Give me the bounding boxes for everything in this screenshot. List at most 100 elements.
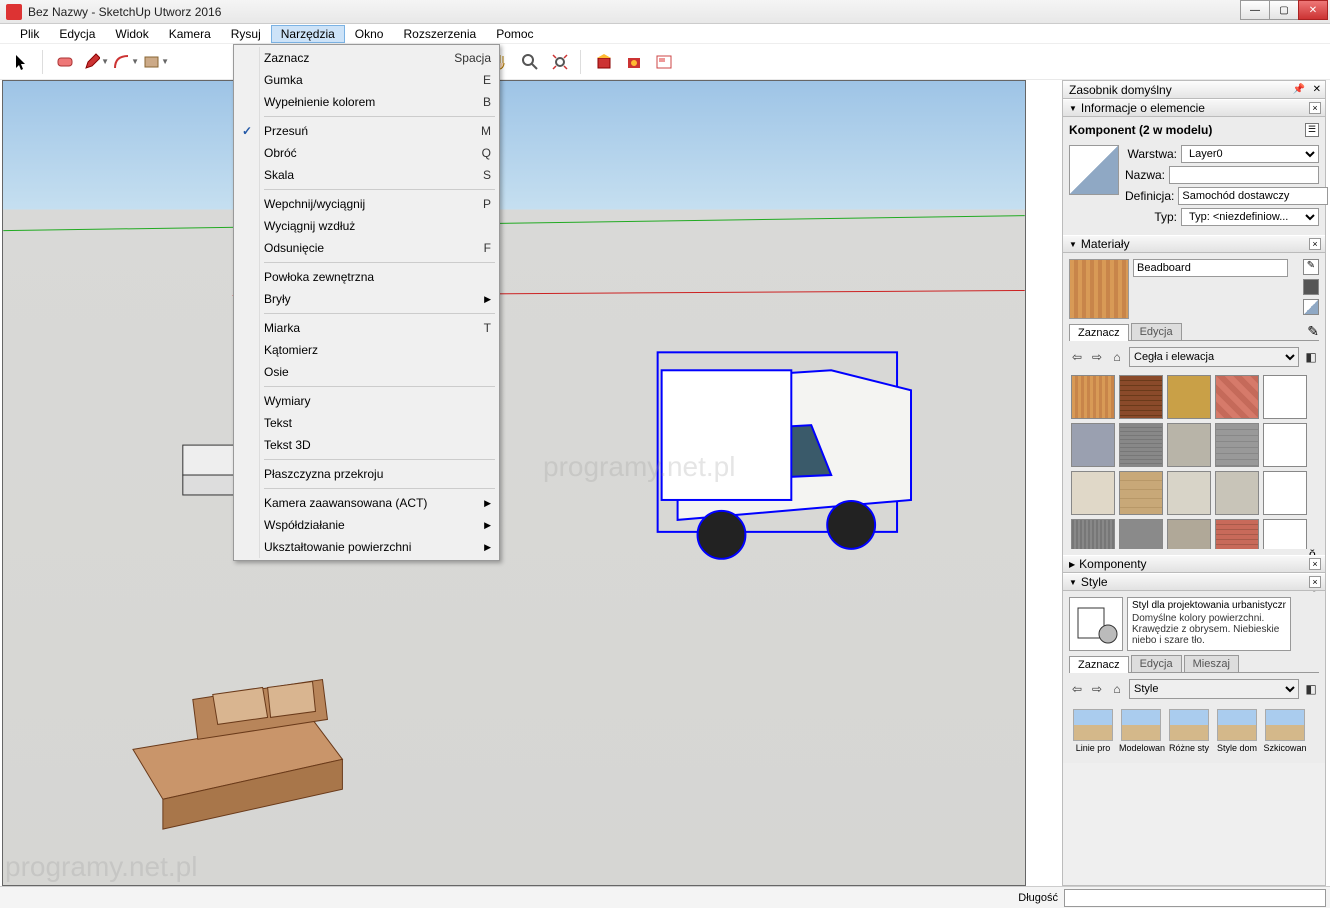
menu-item-wyci-gnij-wzd-u-[interactable]: Wyciągnij wzdłuż — [236, 215, 497, 237]
nav-back-icon[interactable]: ⇦ — [1069, 681, 1085, 697]
menu-item-obr-[interactable]: ObróćQ — [236, 142, 497, 164]
menu-item-tekst-3d[interactable]: Tekst 3D — [236, 434, 497, 456]
default-material-icon[interactable] — [1303, 279, 1319, 295]
material-swatch[interactable] — [1119, 423, 1163, 467]
material-swatch[interactable] — [1071, 375, 1115, 419]
styles-tab-mix[interactable]: Mieszaj — [1184, 655, 1239, 672]
nav-forward-icon[interactable]: ⇨ — [1089, 349, 1105, 365]
material-swatch[interactable] — [1071, 519, 1115, 549]
eraser-tool-icon[interactable] — [52, 48, 80, 76]
minimize-button[interactable]: — — [1240, 0, 1270, 20]
select-tool-icon[interactable] — [8, 48, 36, 76]
home-icon[interactable]: ⌂ — [1109, 349, 1125, 365]
material-swatch[interactable] — [1071, 423, 1115, 467]
menu-item-k-tomierz[interactable]: Kątomierz — [236, 339, 497, 361]
arc-tool-icon[interactable]: ▼ — [112, 48, 140, 76]
styles-panel-header[interactable]: ▼Style × — [1063, 573, 1325, 591]
zoom-extents-icon[interactable] — [546, 48, 574, 76]
menu-item-odsuni-cie[interactable]: OdsunięcieF — [236, 237, 497, 259]
create-material-icon[interactable]: ✎ — [1303, 259, 1319, 275]
material-swatch[interactable] — [1167, 375, 1211, 419]
entity-info-panel-header[interactable]: ▼Informacje o elemencie × — [1063, 99, 1325, 117]
layer-select[interactable]: Layer0 — [1181, 145, 1319, 163]
menu-item-pow-oka-zewn-trzna[interactable]: Powłoka zewnętrzna — [236, 266, 497, 288]
measurement-input[interactable] — [1064, 889, 1326, 907]
components-panel-header[interactable]: ▶Komponenty × — [1063, 555, 1325, 573]
menu-kamera[interactable]: Kamera — [159, 25, 221, 43]
menu-icon[interactable]: ◧ — [1303, 349, 1319, 365]
menu-item-wsp-dzia-anie[interactable]: Współdziałanie▶ — [236, 514, 497, 536]
eyedropper-icon[interactable]: ✎ — [1307, 323, 1319, 340]
rectangle-tool-icon[interactable]: ▼ — [142, 48, 170, 76]
material-swatch[interactable] — [1215, 519, 1259, 549]
name-input[interactable] — [1169, 166, 1319, 184]
menu-rozszerzenia[interactable]: Rozszerzenia — [393, 25, 486, 43]
pin-icon[interactable]: 📌 — [1293, 84, 1305, 95]
toggle-icon[interactable]: ☰ — [1305, 123, 1319, 137]
definition-input[interactable] — [1178, 187, 1328, 205]
panel-close-icon[interactable]: × — [1309, 576, 1321, 588]
menu-narzędzia[interactable]: Narzędzia — [271, 25, 345, 43]
home-icon[interactable]: ⌂ — [1109, 681, 1125, 697]
materials-tab-select[interactable]: Zaznacz — [1069, 324, 1129, 341]
menu-item-ukszta-towanie-powierzchni[interactable]: Ukształtowanie powierzchni▶ — [236, 536, 497, 558]
style-folder[interactable]: Różne sty — [1167, 709, 1211, 753]
style-category-select[interactable]: Style — [1129, 679, 1299, 699]
style-folder[interactable]: Modelowan — [1119, 709, 1163, 753]
menu-item-kamera-zaawansowana-act-[interactable]: Kamera zaawansowana (ACT)▶ — [236, 492, 497, 514]
extension-warehouse-icon[interactable] — [620, 48, 648, 76]
menu-okno[interactable]: Okno — [345, 25, 394, 43]
material-swatch[interactable] — [1263, 519, 1307, 549]
menu-edycja[interactable]: Edycja — [49, 25, 105, 43]
panel-close-icon[interactable]: × — [1309, 102, 1321, 114]
panel-close-icon[interactable]: × — [1309, 558, 1321, 570]
materials-tab-edit[interactable]: Edycja — [1131, 323, 1182, 340]
panel-close-icon[interactable]: × — [1309, 238, 1321, 250]
style-name-input[interactable] — [1132, 600, 1286, 611]
materials-panel-header[interactable]: ▼Materiały × — [1063, 235, 1325, 253]
material-swatch[interactable] — [1167, 471, 1211, 515]
material-swatch[interactable] — [1263, 423, 1307, 467]
material-swatch[interactable] — [1263, 375, 1307, 419]
menu-item-tekst[interactable]: Tekst — [236, 412, 497, 434]
menu-item-przesu-[interactable]: ✓PrzesuńM — [236, 120, 497, 142]
menu-plik[interactable]: Plik — [10, 25, 49, 43]
tray-close-icon[interactable]: ✕ — [1313, 84, 1321, 95]
menu-widok[interactable]: Widok — [105, 25, 158, 43]
menu-item-skala[interactable]: SkalaS — [236, 164, 497, 186]
close-button[interactable]: ✕ — [1298, 0, 1328, 20]
style-folder[interactable]: Style dom — [1215, 709, 1259, 753]
menu-item-wymiary[interactable]: Wymiary — [236, 390, 497, 412]
material-swatch[interactable] — [1119, 519, 1163, 549]
menu-item-bry-y[interactable]: Bryły▶ — [236, 288, 497, 310]
style-folder[interactable]: Linie pro — [1071, 709, 1115, 753]
menu-pomoc[interactable]: Pomoc — [486, 25, 543, 43]
material-swatch[interactable] — [1263, 471, 1307, 515]
menu-rysuj[interactable]: Rysuj — [221, 25, 271, 43]
sample-material-icon[interactable] — [1303, 299, 1319, 315]
material-category-select[interactable]: Cegła i elewacja — [1129, 347, 1299, 367]
material-swatch[interactable] — [1215, 375, 1259, 419]
style-folder[interactable]: Szkicowan — [1263, 709, 1307, 753]
menu-item-gumka[interactable]: GumkaE — [236, 69, 497, 91]
3d-viewport[interactable]: programy.net.pl programy.net.pl — [2, 80, 1026, 886]
pencil-tool-icon[interactable]: ▼ — [82, 48, 110, 76]
menu-item-p-aszczyzna-przekroju[interactable]: Płaszczyzna przekroju — [236, 463, 497, 485]
menu-item-wepchnij-wyci-gnij[interactable]: Wepchnij/wyciągnijP — [236, 193, 497, 215]
type-select[interactable]: Typ: <niezdefiniow... — [1181, 208, 1319, 226]
material-swatch[interactable] — [1215, 471, 1259, 515]
material-swatch[interactable] — [1167, 519, 1211, 549]
material-name-input[interactable] — [1133, 259, 1288, 277]
menu-item-osie[interactable]: Osie — [236, 361, 497, 383]
menu-item-zaznacz[interactable]: ZaznaczSpacja — [236, 47, 497, 69]
material-swatch[interactable] — [1119, 375, 1163, 419]
styles-tab-select[interactable]: Zaznacz — [1069, 656, 1129, 673]
warehouse-icon[interactable] — [590, 48, 618, 76]
menu-item-wype-nienie-kolorem[interactable]: Wypełnienie koloremB — [236, 91, 497, 113]
nav-forward-icon[interactable]: ⇨ — [1089, 681, 1105, 697]
menu-icon[interactable]: ◧ — [1303, 681, 1319, 697]
styles-tab-edit[interactable]: Edycja — [1131, 655, 1182, 672]
maximize-button[interactable]: ▢ — [1269, 0, 1299, 20]
layout-icon[interactable] — [650, 48, 678, 76]
material-swatch[interactable] — [1071, 471, 1115, 515]
